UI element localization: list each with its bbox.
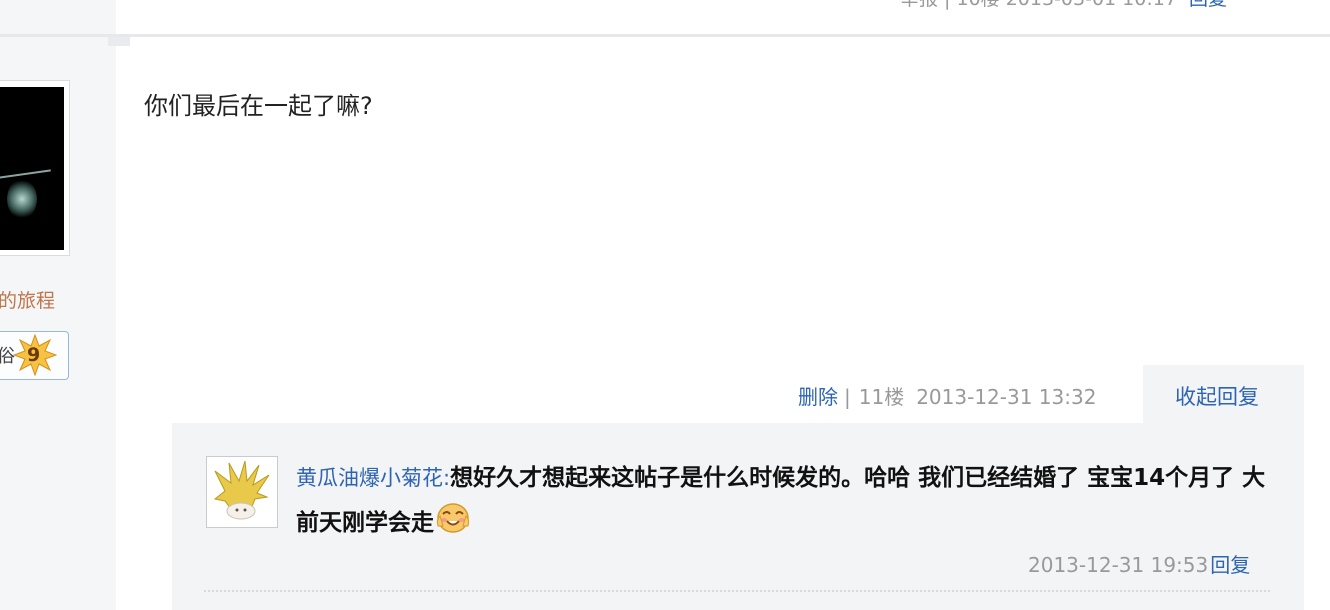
avatar-light-streak (0, 169, 51, 179)
post-timestamp: 2013-12-31 13:32 (916, 385, 1097, 409)
meta-separator: | (844, 385, 851, 409)
reply-content: 黄瓜油爆小菊花:想好久才想起来这帖子是什么时候发的。哈哈 我们已经结婚了 宝宝1… (296, 456, 1276, 545)
avatar-image (0, 87, 64, 250)
level-badge[interactable]: 俗 9 (0, 331, 69, 380)
reply-divider (204, 590, 1270, 592)
top-divider (0, 34, 1330, 37)
tieba-post-page: 的旅程 俗 9 举报 | 10楼 2013-03-01 10:17 回复 你们最… (0, 0, 1330, 610)
previous-floor-meta: 举报 | 10楼 2013-03-01 10:17 回复 (900, 0, 1227, 11)
reply-to-reply-link[interactable]: 回复 (1210, 553, 1250, 577)
avatar-light-glow (7, 179, 37, 219)
post-content: 你们最后在一起了嘛? (144, 92, 373, 120)
user-avatar[interactable] (0, 80, 70, 256)
spiky-hair-avatar-icon (213, 461, 270, 520)
user-sidebar: 的旅程 俗 9 (0, 0, 116, 610)
previous-floor-meta-text: 举报 | 10楼 2013-03-01 10:17 (900, 0, 1177, 10)
reply-timestamp: 2013-12-31 19:53 (1028, 553, 1209, 577)
floor-number: 11楼 (858, 385, 905, 409)
reply-footer: 2013-12-31 19:53 回复 (1028, 549, 1250, 578)
level-number: 9 (27, 344, 41, 366)
sidebar-corner (108, 36, 130, 46)
previous-reply-link[interactable]: 回复 (1189, 0, 1227, 10)
collapse-replies-link[interactable]: 收起回复 (1175, 381, 1259, 411)
reply-user-avatar[interactable] (206, 456, 278, 528)
user-title[interactable]: 的旅程 (0, 286, 55, 313)
delete-link[interactable]: 删除 (798, 385, 838, 409)
collapse-replies-tab[interactable]: 收起回复 (1143, 365, 1304, 423)
reply-username[interactable]: 黄瓜油爆小菊花: (296, 466, 450, 490)
post-meta: 删除 | 11楼 2013-12-31 13:32 (798, 381, 1096, 410)
smiley-face-icon (434, 500, 472, 534)
